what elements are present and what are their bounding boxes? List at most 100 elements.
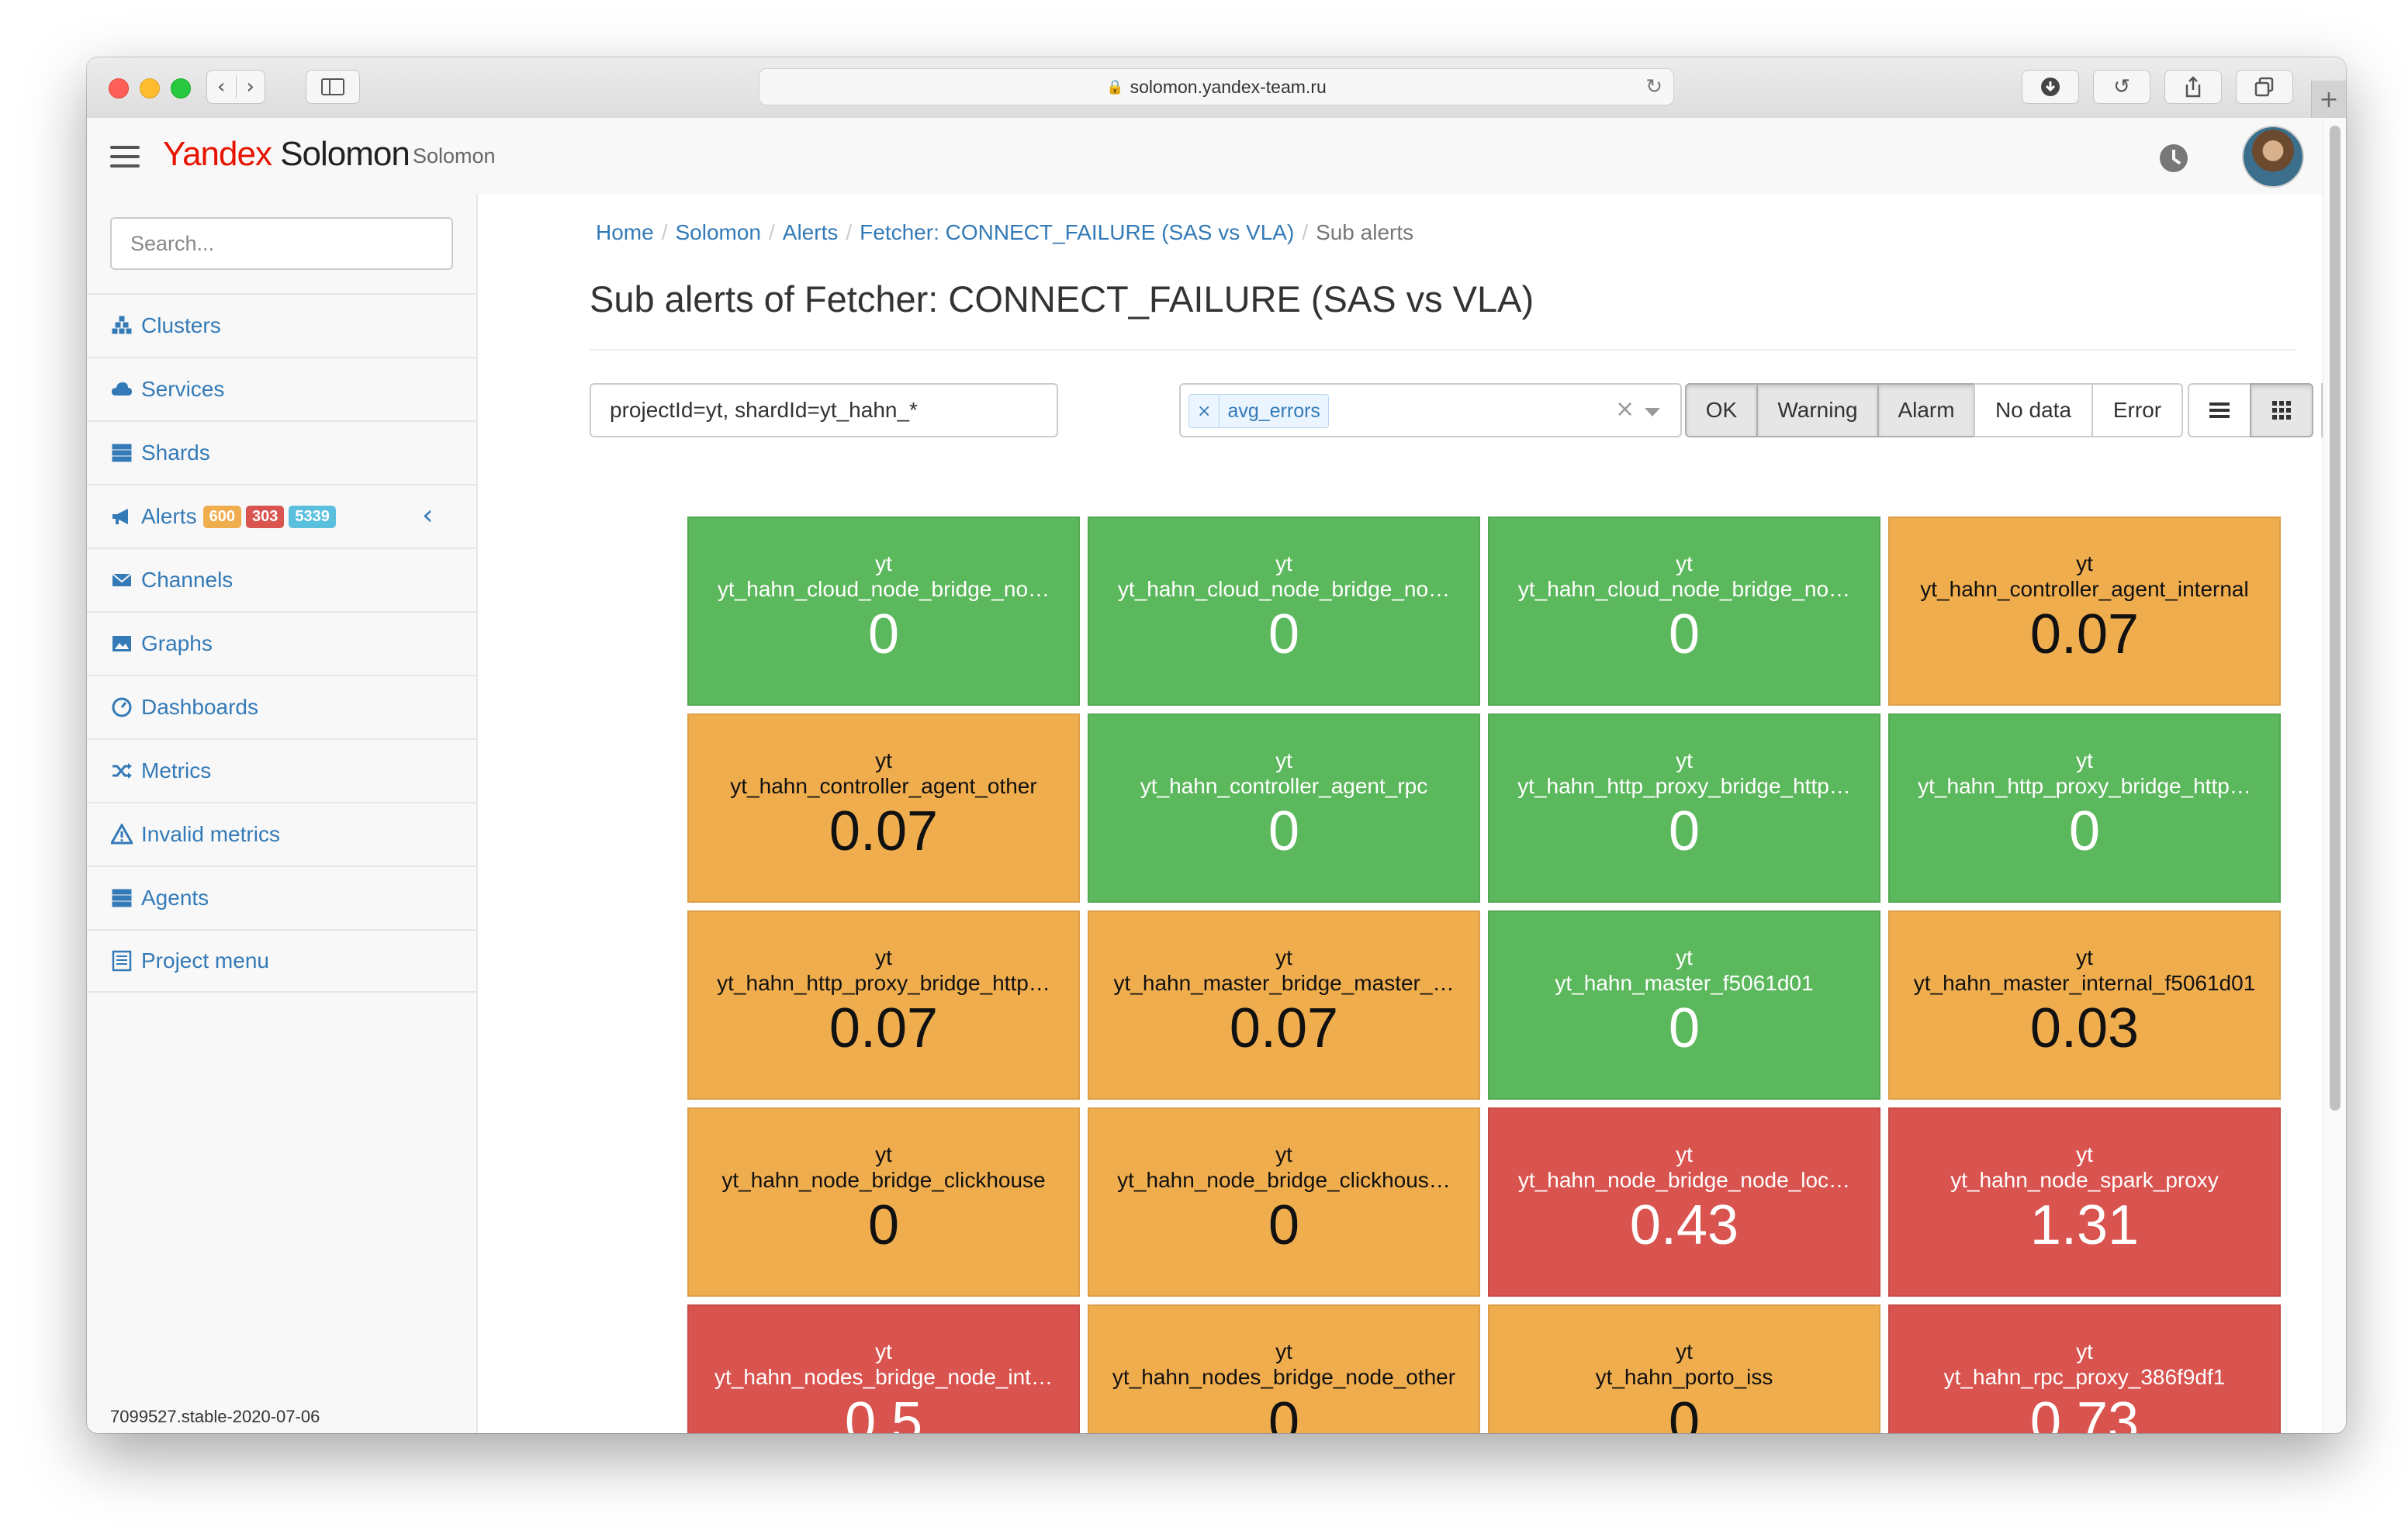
sub-alert-tile[interactable]: yt yt_hahn_node_bridge_node_loc… 0.43 xyxy=(1488,1107,1880,1297)
tile-project: yt xyxy=(1275,1339,1292,1363)
filter-alarm-button[interactable]: Alarm xyxy=(1877,383,1975,437)
tile-value: 0 xyxy=(2068,800,2101,862)
sidebar-item-shards[interactable]: Shards xyxy=(87,420,476,484)
sub-alert-tile[interactable]: yt yt_hahn_cloud_node_bridge_no… 0 xyxy=(687,517,1080,706)
tile-project: yt xyxy=(1676,748,1693,772)
clear-icon[interactable]: × xyxy=(1615,396,1635,423)
sub-alert-tile[interactable]: yt yt_hahn_controller_agent_internal 0.07 xyxy=(1888,517,2281,706)
sub-alert-tile[interactable]: yt yt_hahn_http_proxy_bridge_http… 0 xyxy=(1888,713,2281,903)
sub-alert-tile[interactable]: yt yt_hahn_cloud_node_bridge_no… 0 xyxy=(1088,517,1480,706)
tile-shard-name: yt_hahn_node_spark_proxy xyxy=(1950,1168,2219,1192)
selector-filter-input[interactable] xyxy=(590,383,1058,437)
reload-icon[interactable]: ↻ xyxy=(1645,75,1662,98)
divider xyxy=(590,349,2296,351)
sub-alert-tile[interactable]: yt yt_hahn_http_proxy_bridge_http… 0.07 xyxy=(687,910,1080,1100)
sub-alert-tile[interactable]: yt yt_hahn_master_f5061d01 0 xyxy=(1488,910,1880,1100)
tile-project: yt xyxy=(1676,945,1693,969)
sub-alert-tile[interactable]: yt yt_hahn_http_proxy_bridge_http… 0 xyxy=(1488,713,1880,903)
sidebar-item-channels[interactable]: Channels xyxy=(87,548,476,611)
brand-logo[interactable]: Yandex Solomon xyxy=(163,135,410,174)
filter-warning-button[interactable]: Warning xyxy=(1756,383,1879,437)
clock-icon[interactable] xyxy=(2160,144,2188,172)
tile-value: 0 xyxy=(1268,603,1300,665)
tag-remove-icon[interactable]: × xyxy=(1189,395,1220,427)
tile-project: yt xyxy=(875,1142,892,1166)
tile-project: yt xyxy=(1275,748,1292,772)
maximize-window-button[interactable] xyxy=(171,78,191,98)
cloud-icon xyxy=(109,378,135,401)
tile-value: 0.73 xyxy=(2029,1391,2140,1433)
sidebar-item-project-menu[interactable]: Project menu xyxy=(87,929,476,993)
downloads-button[interactable] xyxy=(2022,70,2079,104)
sidebar-item-label: Metrics xyxy=(141,758,212,783)
sidebar-item-clusters[interactable]: Clusters xyxy=(87,293,476,357)
sub-alert-tile[interactable]: yt yt_hahn_node_bridge_clickhouse 0 xyxy=(687,1107,1080,1297)
breadcrumb-alerts[interactable]: Alerts xyxy=(783,220,839,244)
sidebar-item-alerts[interactable]: Alerts 600 303 5339 ‹ xyxy=(87,484,476,548)
search-input[interactable] xyxy=(110,217,453,270)
sub-alert-tile[interactable]: yt yt_hahn_porto_iss 0 xyxy=(1488,1304,1880,1433)
filter-nodata-button[interactable]: No data xyxy=(1974,383,2093,437)
chevron-down-icon[interactable] xyxy=(1645,408,1660,416)
filter-ok-button[interactable]: OK xyxy=(1685,383,1758,437)
sidebar-item-invalid-metrics[interactable]: Invalid metrics xyxy=(87,802,476,865)
sub-alert-tile[interactable]: yt yt_hahn_cloud_node_bridge_no… 0 xyxy=(1488,517,1880,706)
sidebar-item-label: Clusters xyxy=(141,313,221,337)
tile-value: 0 xyxy=(1268,1391,1300,1433)
tile-project: yt xyxy=(2076,748,2093,772)
history-nav: ‹ › xyxy=(206,70,265,104)
sub-alert-tile[interactable]: yt yt_hahn_nodes_bridge_node_other 0 xyxy=(1088,1304,1480,1433)
close-window-button[interactable] xyxy=(109,78,129,98)
sub-alert-tile[interactable]: yt yt_hahn_master_bridge_master_… 0.07 xyxy=(1088,910,1480,1100)
tabs-overview-button[interactable] xyxy=(2236,70,2293,104)
avatar[interactable] xyxy=(2242,126,2304,188)
tile-shard-name: yt_hahn_controller_agent_rpc xyxy=(1140,774,1428,798)
alerts-ok-badge: 5339 xyxy=(289,505,336,528)
grid-view-button[interactable] xyxy=(2250,383,2313,437)
list-view-button[interactable] xyxy=(2188,383,2251,437)
sub-alert-tile[interactable]: yt yt_hahn_rpc_proxy_386f9df1 0.73 xyxy=(1888,1304,2281,1433)
sidebar-item-dashboards[interactable]: Dashboards xyxy=(87,675,476,738)
annotation-select[interactable]: × avg_errors × xyxy=(1179,383,1682,437)
tile-value: 0 xyxy=(1668,1391,1700,1433)
list-view-icon xyxy=(2209,403,2230,418)
new-tab-button[interactable]: + xyxy=(2311,81,2346,118)
filter-error-button[interactable]: Error xyxy=(2091,383,2183,437)
scrollbar-thumb[interactable] xyxy=(2330,126,2341,1111)
sub-alert-tile[interactable]: yt yt_hahn_node_bridge_clickhous… 0 xyxy=(1088,1107,1480,1297)
sidebar-item-agents[interactable]: Agents xyxy=(87,865,476,929)
sub-alert-tile[interactable]: yt yt_hahn_controller_agent_rpc 0 xyxy=(1088,713,1480,903)
sidebar-item-graphs[interactable]: Graphs xyxy=(87,611,476,675)
history-icon: ↺ xyxy=(2113,75,2130,98)
tile-value: 0 xyxy=(867,603,900,665)
state-filter-group: OK Warning Alarm No data Error xyxy=(1685,383,2183,437)
chevron-left-icon[interactable]: ‹ xyxy=(422,499,433,531)
share-button[interactable] xyxy=(2164,70,2222,104)
tile-project: yt xyxy=(1676,1142,1693,1166)
breadcrumb-project[interactable]: Solomon xyxy=(675,220,761,244)
page-scrollbar[interactable] xyxy=(2323,118,2346,1433)
sidebar-toggle-button[interactable] xyxy=(306,70,360,104)
tile-value: 0 xyxy=(1668,603,1700,665)
sub-alert-tile[interactable]: yt yt_hahn_nodes_bridge_node_int… 0.5 xyxy=(687,1304,1080,1433)
sidebar-item-services[interactable]: Services xyxy=(87,357,476,420)
project-name[interactable]: Solomon xyxy=(413,144,496,168)
forward-icon[interactable]: › xyxy=(235,75,265,98)
sidebar-item-metrics[interactable]: Metrics xyxy=(87,738,476,802)
tile-value: 0.43 xyxy=(1629,1194,1739,1256)
tile-shard-name: yt_hahn_controller_agent_internal xyxy=(1920,577,2249,601)
history-button[interactable]: ↺ xyxy=(2093,70,2150,104)
sub-alert-tile[interactable]: yt yt_hahn_controller_agent_other 0.07 xyxy=(687,713,1080,903)
sub-alert-tile[interactable]: yt yt_hahn_master_internal_f5061d01 0.03 xyxy=(1888,910,2281,1100)
breadcrumb-alert[interactable]: Fetcher: CONNECT_FAILURE (SAS vs VLA) xyxy=(860,220,1294,244)
app-header: Yandex Solomon Solomon xyxy=(87,118,2323,195)
breadcrumb-home[interactable]: Home xyxy=(596,220,654,244)
list-icon xyxy=(109,949,135,973)
brand-yandex: Yandex xyxy=(163,135,272,173)
back-icon[interactable]: ‹ xyxy=(207,75,236,98)
address-bar[interactable]: 🔒 solomon.yandex-team.ru ↻ xyxy=(759,68,1674,105)
menu-icon[interactable] xyxy=(110,146,140,168)
minimize-window-button[interactable] xyxy=(140,78,160,98)
sub-alert-tile[interactable]: yt yt_hahn_node_spark_proxy 1.31 xyxy=(1888,1107,2281,1297)
sidebar-item-label: Agents xyxy=(141,886,209,910)
